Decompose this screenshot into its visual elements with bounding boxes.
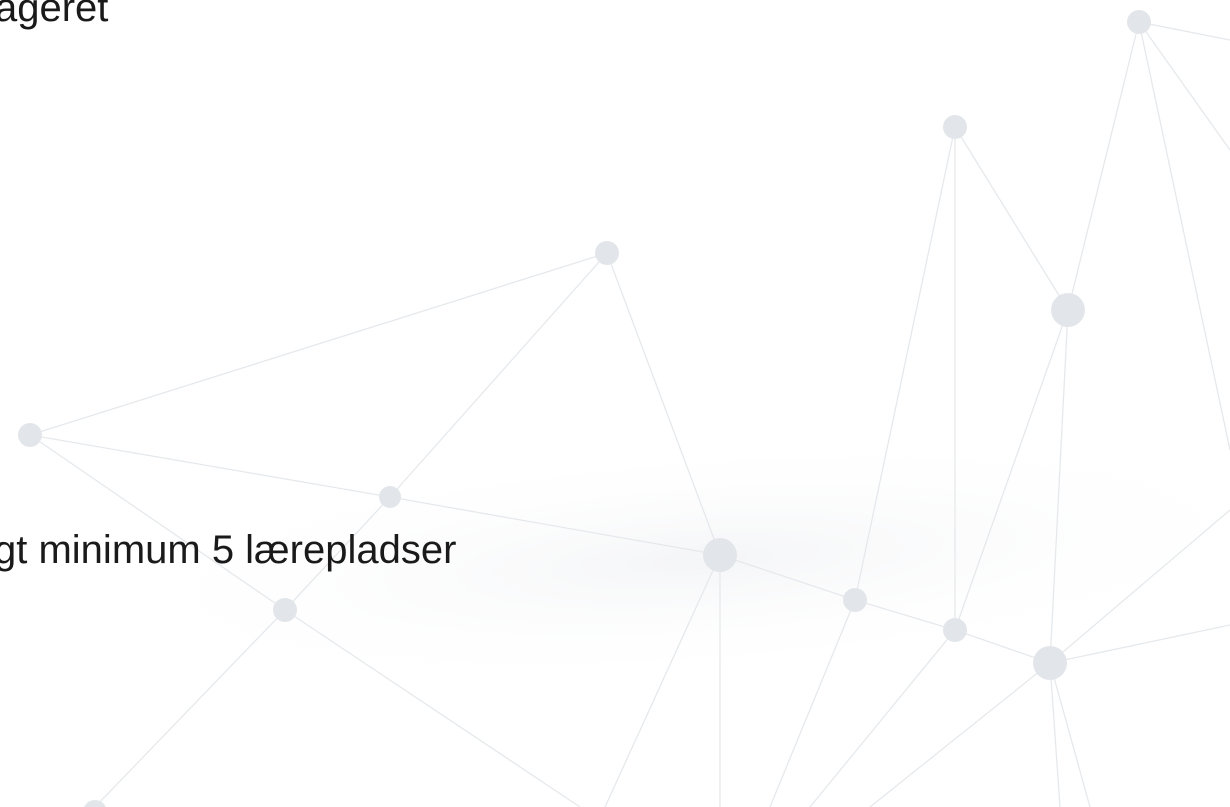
node [84, 800, 106, 807]
node [843, 588, 867, 612]
node [943, 618, 967, 642]
node [943, 115, 967, 139]
network-nodes [18, 10, 1151, 807]
edge [1049, 662, 1091, 807]
edge [1067, 21, 1140, 311]
slide-text-line-2: gt minimum 5 lærepladser [0, 528, 457, 572]
edge [954, 126, 1069, 311]
node [379, 486, 401, 508]
slide-text-line-1: ageret [0, 0, 109, 30]
edge [869, 662, 1051, 807]
edge [1138, 21, 1230, 41]
network-background-graphic [18, 10, 1230, 807]
node [703, 538, 737, 572]
node [1051, 293, 1085, 327]
edge [29, 252, 608, 436]
node [18, 423, 42, 447]
node [1127, 10, 1151, 34]
node [595, 241, 619, 265]
slide-canvas: ageret gt minimum 5 lærepladser [0, 0, 1230, 807]
node [273, 598, 297, 622]
network-edges [29, 21, 1230, 807]
node [1033, 646, 1067, 680]
edge [29, 434, 391, 498]
edge [1049, 662, 1061, 807]
edge [1049, 624, 1230, 664]
